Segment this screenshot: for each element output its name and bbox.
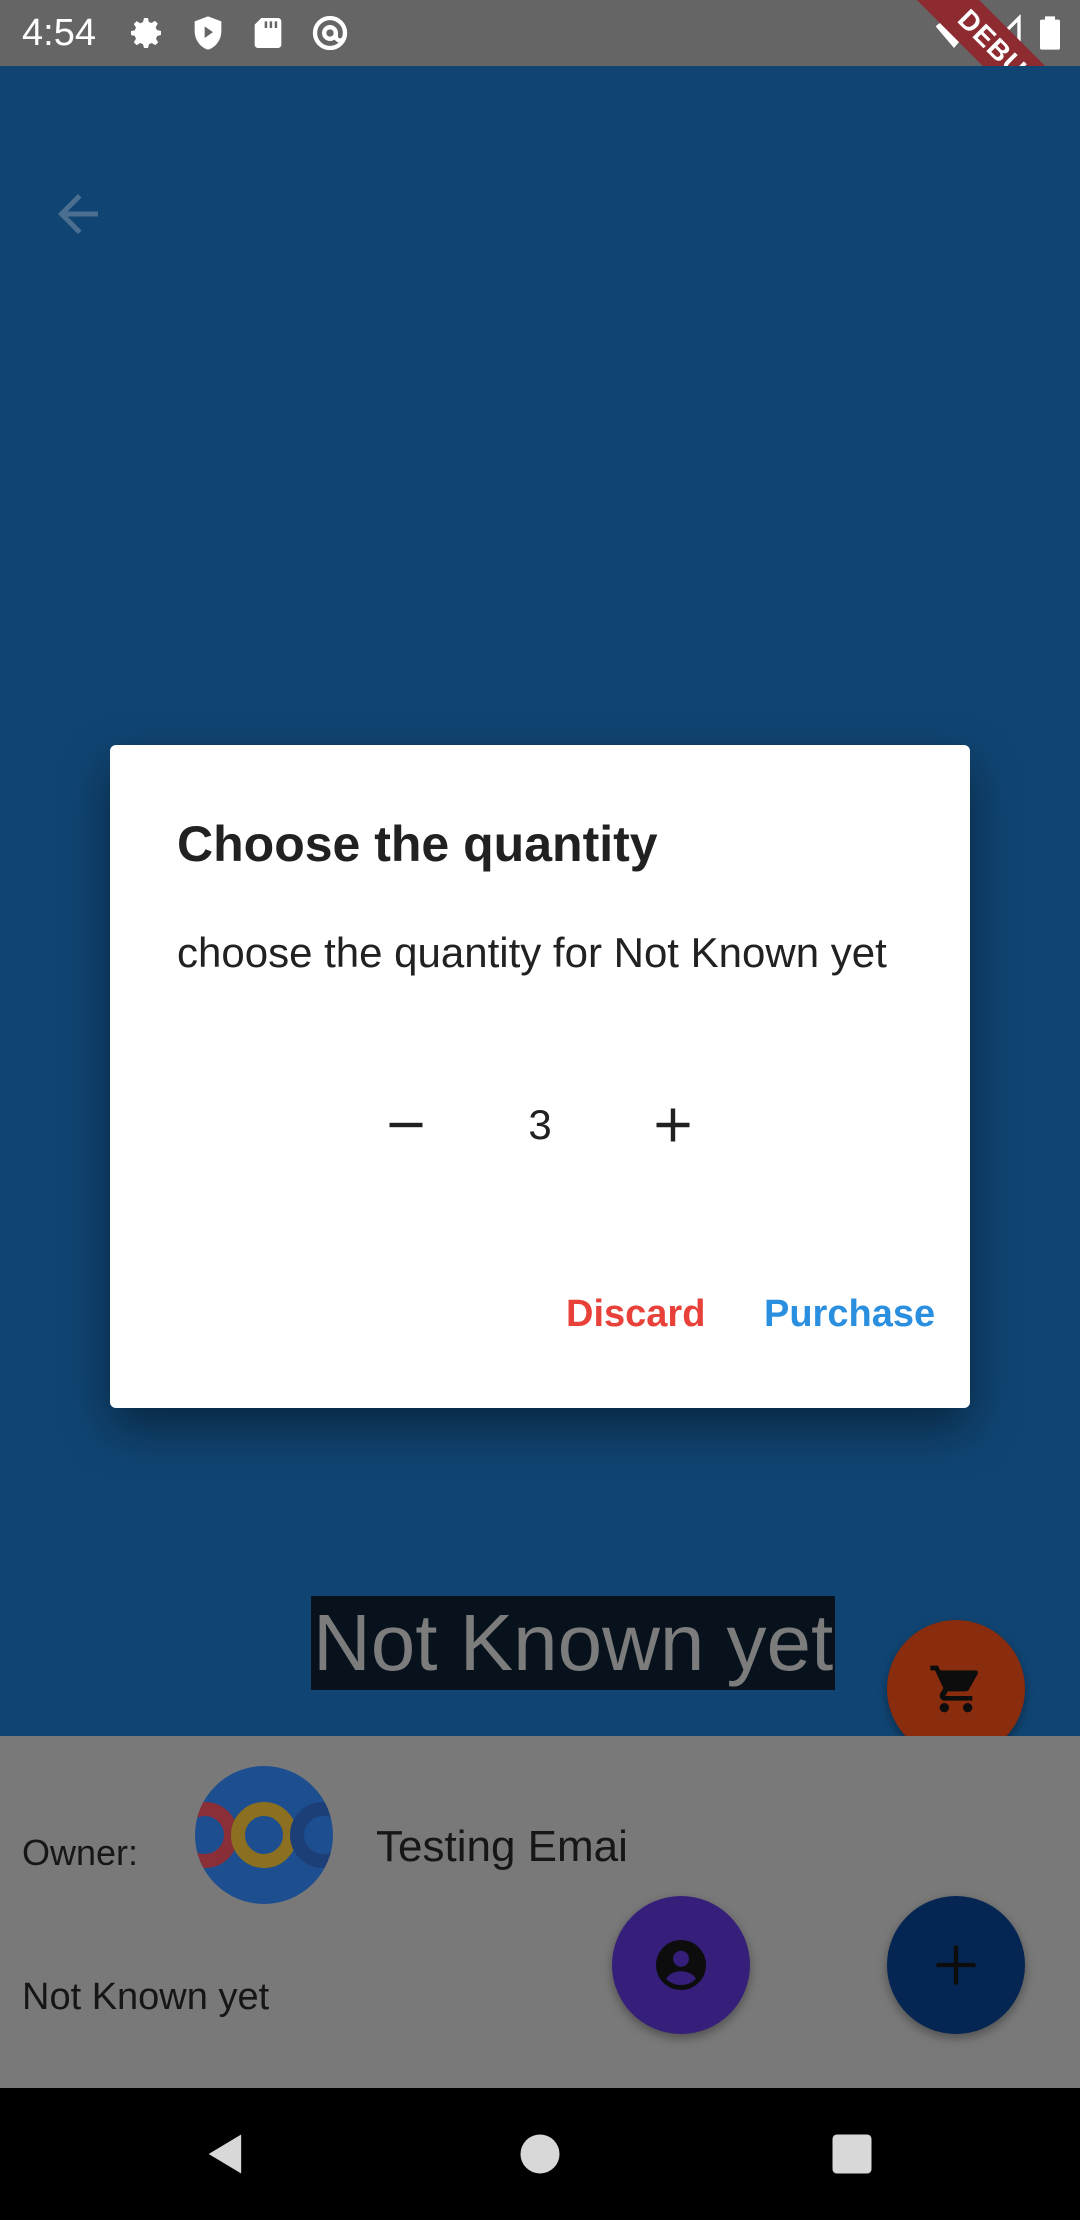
purchase-button[interactable]: Purchase (764, 1293, 935, 1336)
dialog-message: choose the quantity for Not Known yet (177, 929, 887, 976)
sd-card-icon (254, 18, 282, 48)
plus-icon (656, 1108, 690, 1142)
nav-recents-icon[interactable] (826, 2128, 878, 2180)
dialog-title: Choose the quantity (177, 816, 658, 872)
owner-name: Testing Emai (376, 1822, 628, 1871)
owner-panel: Owner: Testing Emai Not Known yet (0, 1736, 1080, 2088)
minus-icon (389, 1122, 423, 1128)
account-circle-icon (656, 1940, 706, 1990)
status-bar: 4:54 DEBUG (0, 0, 1080, 167)
increment-button[interactable] (641, 1093, 705, 1157)
gear-icon (131, 18, 161, 49)
arrow-back-icon[interactable] (48, 184, 108, 244)
quantity-stepper: 3 (110, 1075, 970, 1175)
profile-button[interactable] (612, 1896, 750, 2034)
product-title: Not Known yet (311, 1596, 836, 1690)
avatar[interactable] (195, 1766, 333, 1904)
nav-back-icon[interactable] (200, 2128, 252, 2180)
item-name: Not Known yet (22, 1976, 270, 2018)
system-nav-bar (0, 2088, 1080, 2220)
discard-button[interactable]: Discard (566, 1293, 705, 1336)
plus-icon (936, 1945, 976, 1985)
quantity-dialog: Choose the quantity choose the quantity … (110, 745, 970, 1408)
nav-home-icon[interactable] (514, 2128, 566, 2180)
shield-play-icon (194, 16, 222, 50)
at-sign-icon (312, 15, 348, 51)
avatar-logo-icon (195, 1802, 333, 1868)
cart-icon (930, 1665, 979, 1713)
quantity-value: 3 (528, 1101, 552, 1148)
decrement-button[interactable] (374, 1093, 438, 1157)
battery-icon (1040, 16, 1060, 50)
status-time: 4:54 (22, 12, 96, 54)
owner-label: Owner: (22, 1832, 139, 1873)
add-button[interactable] (887, 1896, 1025, 2034)
